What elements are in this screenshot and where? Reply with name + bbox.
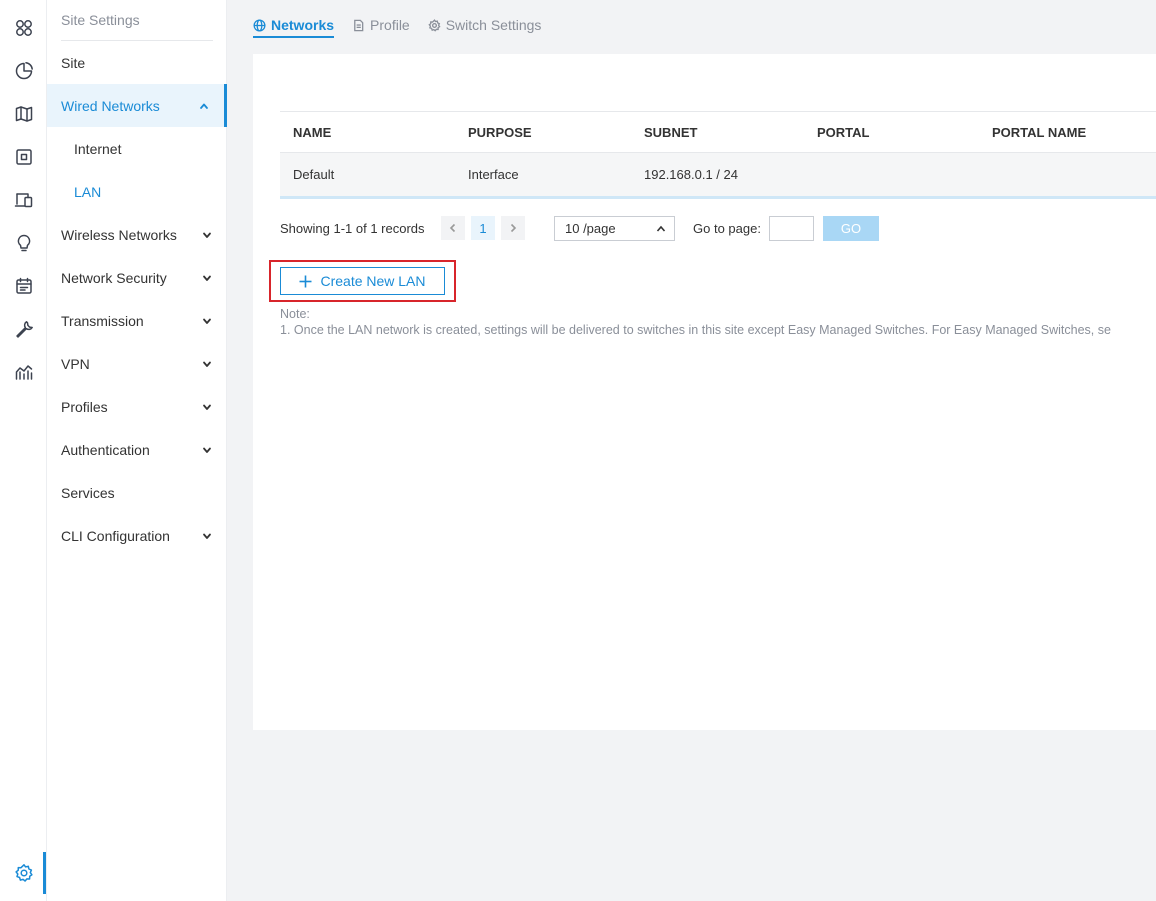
globe-icon — [253, 18, 266, 32]
rail-active-indicator — [43, 852, 46, 894]
site-settings-menu: Site Settings Site Wired Networks Intern… — [47, 0, 227, 901]
menu-item-label: Network Security — [61, 269, 167, 286]
menu-item-site[interactable]: Site — [47, 41, 227, 84]
menu-item-label: Site — [61, 54, 86, 71]
chevron-left-icon — [449, 223, 456, 233]
goto-label: Go to page: — [693, 221, 761, 236]
tab-label: Switch Settings — [445, 17, 542, 33]
document-icon — [354, 19, 364, 31]
note-text: Note: 1. Once the LAN network is created… — [280, 306, 1156, 338]
chevron-up-icon — [656, 225, 666, 232]
networks-card: NAME PURPOSE SUBNET PORTAL PORTAL NAME D… — [253, 54, 1156, 730]
cell-name: Default — [293, 167, 335, 182]
gear-icon — [428, 18, 441, 32]
page-number-button[interactable]: 1 — [471, 216, 495, 240]
chevron-down-icon — [201, 529, 213, 541]
menu-item-lan[interactable]: LAN — [47, 170, 227, 213]
page-size-select[interactable]: 10 /page — [554, 216, 675, 241]
menu-item-services[interactable]: Services — [47, 471, 227, 514]
menu-item-vpn[interactable]: VPN — [47, 342, 227, 385]
note-line-1: 1. Once the LAN network is created, sett… — [280, 323, 1111, 337]
menu-item-label: Transmission — [61, 312, 144, 329]
menu-item-label: Internet — [74, 140, 122, 157]
records-count: Showing 1-1 of 1 records — [280, 221, 425, 236]
note-title: Note: — [280, 307, 310, 321]
cell-subnet: 192.168.0.1 / 24 — [644, 167, 738, 182]
go-button[interactable]: GO — [823, 216, 879, 241]
create-button-highlight: Create New LAN — [269, 260, 456, 302]
pagination: Showing 1-1 of 1 records 1 10 /page Go t… — [280, 215, 1156, 241]
chevron-right-icon — [510, 223, 517, 233]
cell-purpose: Interface — [468, 167, 519, 182]
submenu-title: Site Settings — [61, 12, 140, 28]
clients-icon[interactable] — [0, 182, 47, 218]
menu-item-internet[interactable]: Internet — [47, 127, 227, 170]
tab-label: Networks — [271, 17, 335, 33]
menu-item-authentication[interactable]: Authentication — [47, 428, 227, 471]
plus-icon — [299, 275, 312, 287]
dashboard-icon[interactable] — [0, 10, 47, 46]
column-header-portal[interactable]: PORTAL — [804, 125, 979, 140]
menu-item-profiles[interactable]: Profiles — [47, 385, 227, 428]
chevron-down-icon — [201, 443, 213, 455]
menu-item-label: Wired Networks — [61, 97, 160, 114]
chevron-down-icon — [201, 228, 213, 240]
menu-item-label: LAN — [74, 183, 102, 200]
create-button-label: Create New LAN — [320, 273, 426, 289]
devices-icon[interactable] — [0, 139, 47, 175]
menu-item-cli-configuration[interactable]: CLI Configuration — [47, 514, 227, 557]
tab-profile[interactable]: Profile — [352, 14, 410, 36]
chevron-down-icon — [201, 271, 213, 283]
menu-item-wired-networks[interactable]: Wired Networks — [47, 84, 227, 127]
menu-item-transmission[interactable]: Transmission — [47, 299, 227, 342]
table-header: NAME PURPOSE SUBNET PORTAL PORTAL NAME — [280, 111, 1156, 153]
chevron-up-icon — [198, 99, 210, 111]
tab-label: Profile — [370, 17, 410, 33]
menu-item-wireless-networks[interactable]: Wireless Networks — [47, 213, 227, 256]
menu-item-label: Authentication — [61, 441, 150, 458]
page-tabs: Networks Profile Switch Settings — [253, 14, 559, 38]
icon-rail — [0, 0, 47, 901]
column-header-subnet[interactable]: SUBNET — [631, 125, 804, 140]
table-row[interactable]: Default Interface 192.168.0.1 / 24 — [280, 153, 1156, 199]
logs-icon[interactable] — [0, 268, 47, 304]
menu-item-label: Wireless Networks — [61, 226, 177, 243]
reports-icon[interactable] — [0, 354, 47, 390]
tab-switch-settings[interactable]: Switch Settings — [428, 14, 542, 36]
page-size-value: 10 /page — [565, 221, 616, 236]
menu-item-label: Services — [61, 484, 115, 501]
menu-item-label: VPN — [61, 355, 90, 372]
prev-page-button[interactable] — [441, 216, 465, 240]
chevron-down-icon — [201, 314, 213, 326]
insights-icon[interactable] — [0, 225, 47, 261]
menu-item-label: Profiles — [61, 398, 108, 415]
statistics-icon[interactable] — [0, 53, 47, 89]
tools-icon[interactable] — [0, 311, 47, 347]
column-header-purpose[interactable]: PURPOSE — [455, 125, 631, 140]
column-header-portal-name[interactable]: PORTAL NAME — [979, 125, 1156, 140]
settings-icon[interactable] — [0, 855, 47, 891]
create-new-lan-button[interactable]: Create New LAN — [280, 267, 445, 295]
lan-table: NAME PURPOSE SUBNET PORTAL PORTAL NAME D… — [280, 111, 1156, 199]
menu-item-network-security[interactable]: Network Security — [47, 256, 227, 299]
chevron-down-icon — [201, 400, 213, 412]
tab-networks[interactable]: Networks — [253, 14, 335, 38]
chevron-down-icon — [201, 357, 213, 369]
next-page-button[interactable] — [501, 216, 525, 240]
column-header-name[interactable]: NAME — [280, 125, 455, 140]
goto-page-input[interactable] — [769, 216, 814, 241]
map-icon[interactable] — [0, 96, 47, 132]
menu-item-label: CLI Configuration — [61, 527, 170, 544]
